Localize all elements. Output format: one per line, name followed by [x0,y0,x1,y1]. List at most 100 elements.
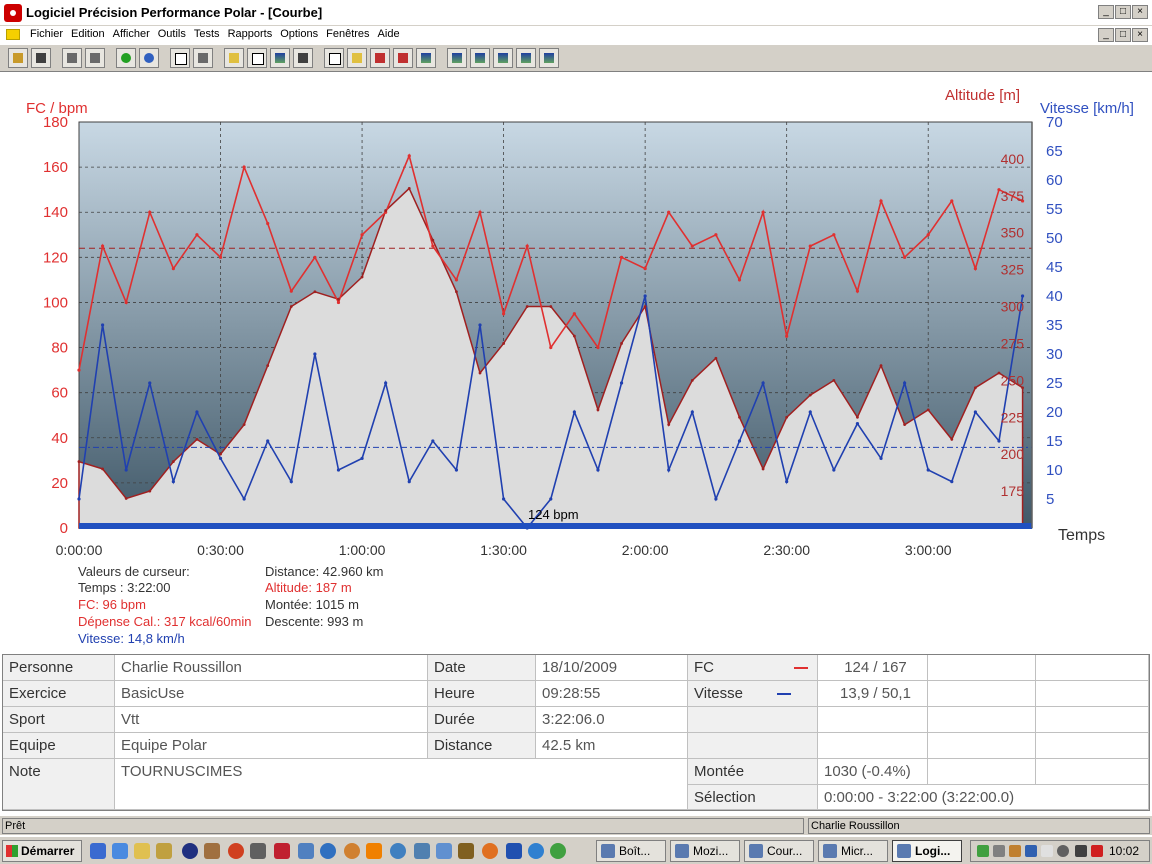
quicklaunch-heart-icon[interactable] [274,843,290,859]
menu-tests[interactable]: Tests [190,28,224,40]
save-icon[interactable] [31,48,51,68]
tray-network-icon[interactable] [977,845,989,857]
task-courbe[interactable]: Cour... [744,840,814,862]
hr-point [832,233,836,237]
quicklaunch-play-icon[interactable] [320,843,336,859]
bar-chart-2-icon[interactable] [470,48,490,68]
altitude-point [620,342,623,345]
bar-chart-1-icon[interactable] [447,48,467,68]
chart-bar-icon[interactable] [270,48,290,68]
quicklaunch-media-icon[interactable] [228,843,244,859]
speed-point [737,439,742,443]
quicklaunch-firefox-icon[interactable] [482,843,498,859]
quicklaunch-browser-icon[interactable] [90,843,106,859]
clock[interactable]: 10:02 [1109,844,1139,858]
quicklaunch-page-icon[interactable] [436,843,452,859]
task-mozilla[interactable]: Mozi... [670,840,740,862]
task-logiciel[interactable]: Logi... [892,840,962,862]
selection-label: Sélection [688,785,818,810]
tray-printer-icon[interactable] [993,845,1005,857]
child-restore-button[interactable]: □ [1115,28,1131,42]
sport-value[interactable]: Vtt [115,707,428,733]
maximize-button[interactable]: □ [1115,5,1131,19]
altitude-point [502,342,506,345]
minimize-button[interactable]: _ [1098,5,1114,19]
altitude-tick-label: 275 [1001,335,1025,351]
menu-edition[interactable]: Edition [67,28,109,40]
bar-chart-5-icon[interactable] [539,48,559,68]
quicklaunch-desktop-icon[interactable] [112,843,128,859]
menu-outils[interactable]: Outils [154,28,190,40]
web-icon[interactable] [139,48,159,68]
system-tray: 10:02 [970,840,1150,862]
menu-aide[interactable]: Aide [374,28,404,40]
tray-mcafee-icon[interactable] [1091,845,1103,857]
quicklaunch-info-icon[interactable] [182,843,198,859]
speed-tick-label: 40 [1046,288,1063,305]
grid-icon[interactable] [293,48,313,68]
quicklaunch-doc-icon[interactable] [414,843,430,859]
quicklaunch-chrome-icon[interactable] [550,843,566,859]
sync-icon[interactable] [116,48,136,68]
quicklaunch-ie-icon[interactable] [528,843,544,859]
child-close-button[interactable]: × [1132,28,1148,42]
chart-compare-icon[interactable] [416,48,436,68]
book-icon[interactable] [193,48,213,68]
menu-fenetres[interactable]: Fenêtres [322,28,373,40]
hr-point [879,199,883,203]
performance-chart[interactable]: FC / bpm Altitude [m] Vitesse [km/h] Tem… [0,72,1152,562]
swap-icon[interactable] [393,48,413,68]
equipe-value[interactable]: Equipe Polar [115,733,428,759]
task-boite[interactable]: Boît... [596,840,666,862]
quicklaunch-paw-icon[interactable] [458,843,474,859]
hr-point [218,255,223,259]
window-icon[interactable] [170,48,190,68]
tray-device-icon[interactable] [1041,845,1053,857]
menu-rapports[interactable]: Rapports [224,28,277,40]
child-minimize-button[interactable]: _ [1098,28,1114,42]
tray-app-icon[interactable] [1075,845,1087,857]
cursor-descente: Descente: 993 m [265,614,364,629]
exercice-value[interactable]: BasicUse [115,681,428,707]
empty-cell [1036,655,1149,681]
quicklaunch-blue-icon[interactable] [506,843,522,859]
table-icon[interactable] [247,48,267,68]
menu-fichier[interactable]: Fichier [26,28,67,40]
speed-tick-label: 15 [1046,433,1063,450]
task-microsoft[interactable]: Micr... [818,840,888,862]
note-value[interactable]: TOURNUSCIMES [115,759,688,810]
tray-volume-icon[interactable] [1009,845,1021,857]
menu-afficher[interactable]: Afficher [109,28,154,40]
quicklaunch-disc-icon[interactable] [390,843,406,859]
start-button[interactable]: Démarrer [2,840,82,862]
altitude-point [950,438,954,441]
print-icon[interactable] [62,48,82,68]
document-icon [6,29,20,40]
hr-point [77,368,81,372]
montee-label: Montée [688,759,818,785]
chart-line-icon[interactable] [347,48,367,68]
zoom-icon[interactable] [324,48,344,68]
close-button[interactable]: × [1132,5,1148,19]
altitude-point [289,305,293,308]
menu-options[interactable]: Options [276,28,322,40]
quicklaunch-people-icon[interactable] [298,843,314,859]
personne-value[interactable]: Charlie Roussillon [115,655,428,681]
status-user: Charlie Roussillon [808,818,1150,834]
copy-icon[interactable] [85,48,105,68]
quicklaunch-app-icon[interactable] [204,843,220,859]
chart-area-icon[interactable] [224,48,244,68]
quicklaunch-folder-icon[interactable] [134,843,150,859]
bar-chart-3-icon[interactable] [493,48,513,68]
quicklaunch-search-icon[interactable] [250,843,266,859]
quicklaunch-vlc-icon[interactable] [366,843,382,859]
polar-app-icon [4,4,22,22]
bar-chart-4-icon[interactable] [516,48,536,68]
tray-clock-icon[interactable] [1057,845,1069,857]
hr-point [171,267,175,271]
open-icon[interactable] [8,48,28,68]
quicklaunch-globe-icon[interactable] [344,843,360,859]
tray-monitor-icon[interactable] [1025,845,1037,857]
arrow-icon[interactable] [370,48,390,68]
quicklaunch-tool-icon[interactable] [156,843,172,859]
